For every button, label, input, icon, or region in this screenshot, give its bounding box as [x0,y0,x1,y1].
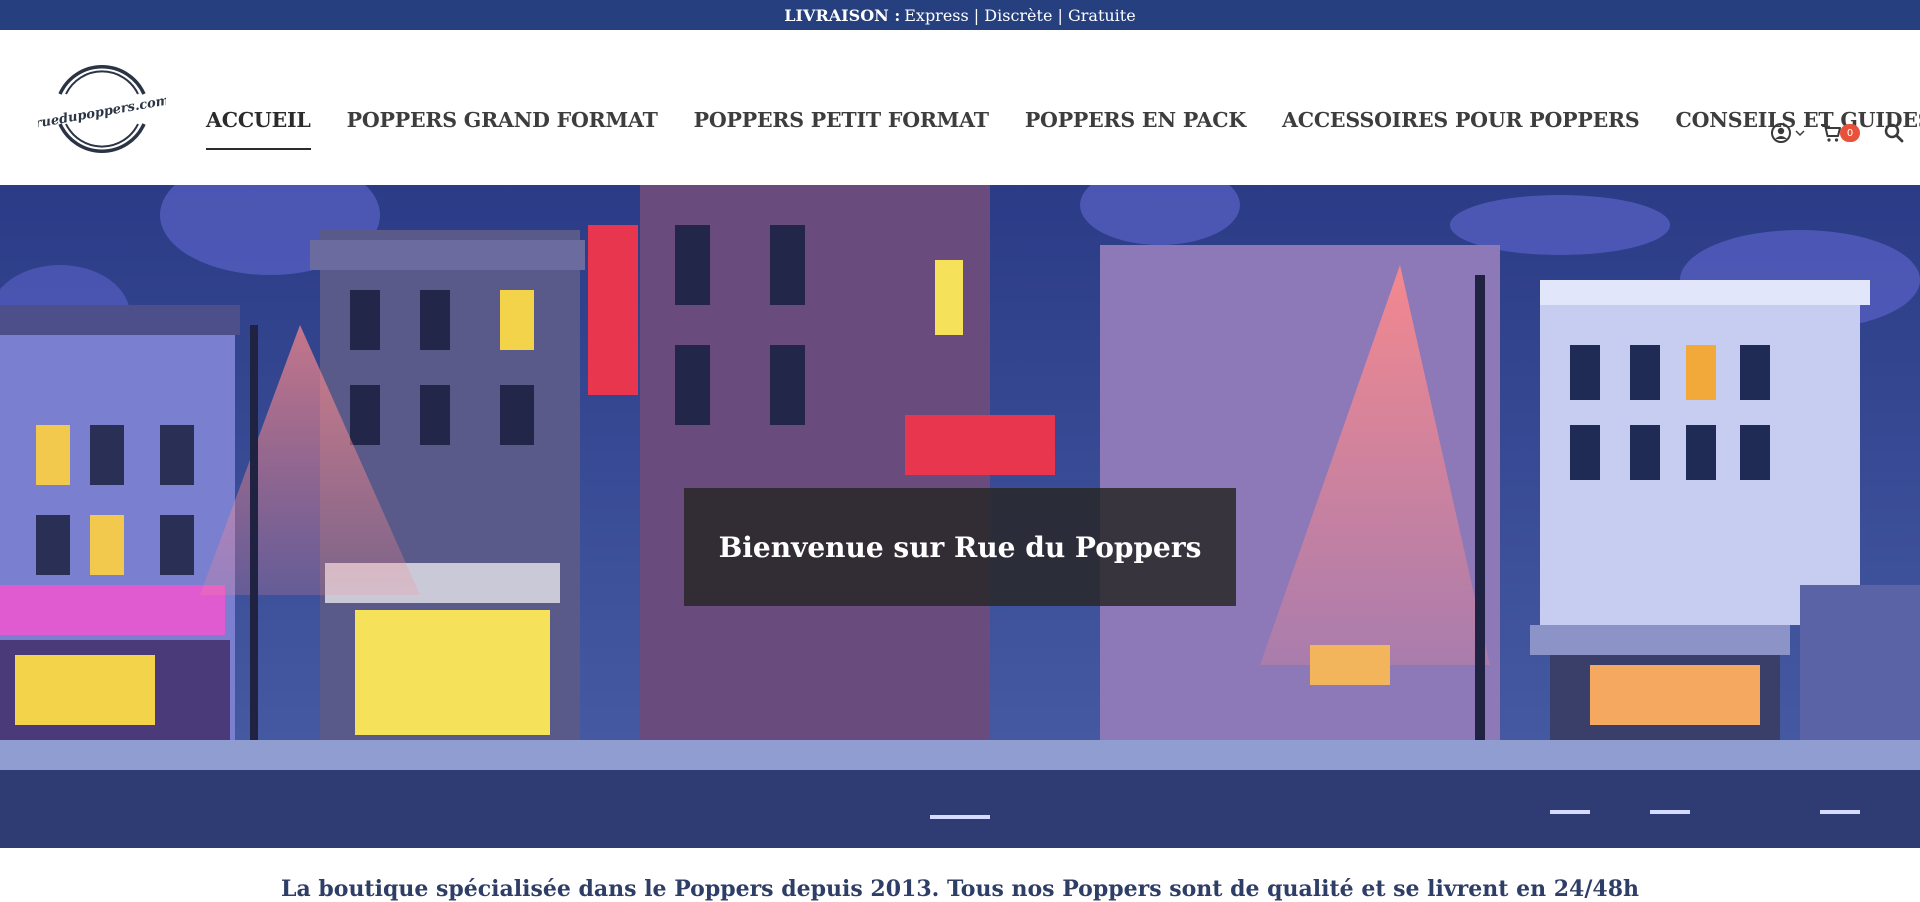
cart-icon [1821,124,1841,142]
hero-banner: Bienvenue sur Rue du Poppers [0,185,1920,848]
search-button[interactable] [1884,123,1904,143]
nav-poppers-en-pack[interactable]: POPPERS EN PACK [1025,108,1246,150]
intro-section: La boutique spécialisée dans le Poppers … [0,848,1920,902]
intro-text: La boutique spécialisée dans le Poppers … [281,876,1639,902]
announcement-bar: LIVRAISON : Express | Discrète | Gratuit… [0,0,1920,30]
search-icon [1884,123,1904,143]
nav-poppers-grand-format[interactable]: POPPERS GRAND FORMAT [347,108,658,150]
nav-accessoires[interactable]: ACCESSOIRES POUR POPPERS [1282,108,1640,150]
hero-caption: Bienvenue sur Rue du Poppers [684,488,1236,606]
logo-text: ruedupoppers.com [38,93,166,131]
cart-button[interactable]: 0 [1820,122,1860,144]
site-logo[interactable]: ruedupoppers.com [34,54,171,164]
account-menu-button[interactable] [1770,122,1806,144]
announcement-text: Express | Discrète | Gratuite [904,5,1136,25]
nav-accueil[interactable]: ACCUEIL [206,108,311,150]
hero-title: Bienvenue sur Rue du Poppers [718,530,1202,564]
site-header: ruedupoppers.com ACCUEIL POPPERS GRAND F… [0,30,1920,186]
cart-count-badge: 0 [1840,124,1860,142]
header-actions: 0 [1770,122,1904,144]
user-circle-icon [1771,123,1791,143]
chevron-down-icon [1795,130,1805,137]
nav-poppers-petit-format[interactable]: POPPERS PETIT FORMAT [694,108,989,150]
main-nav: ACCUEIL POPPERS GRAND FORMAT POPPERS PET… [206,108,1920,150]
announcement-label: LIVRAISON : [784,5,901,25]
